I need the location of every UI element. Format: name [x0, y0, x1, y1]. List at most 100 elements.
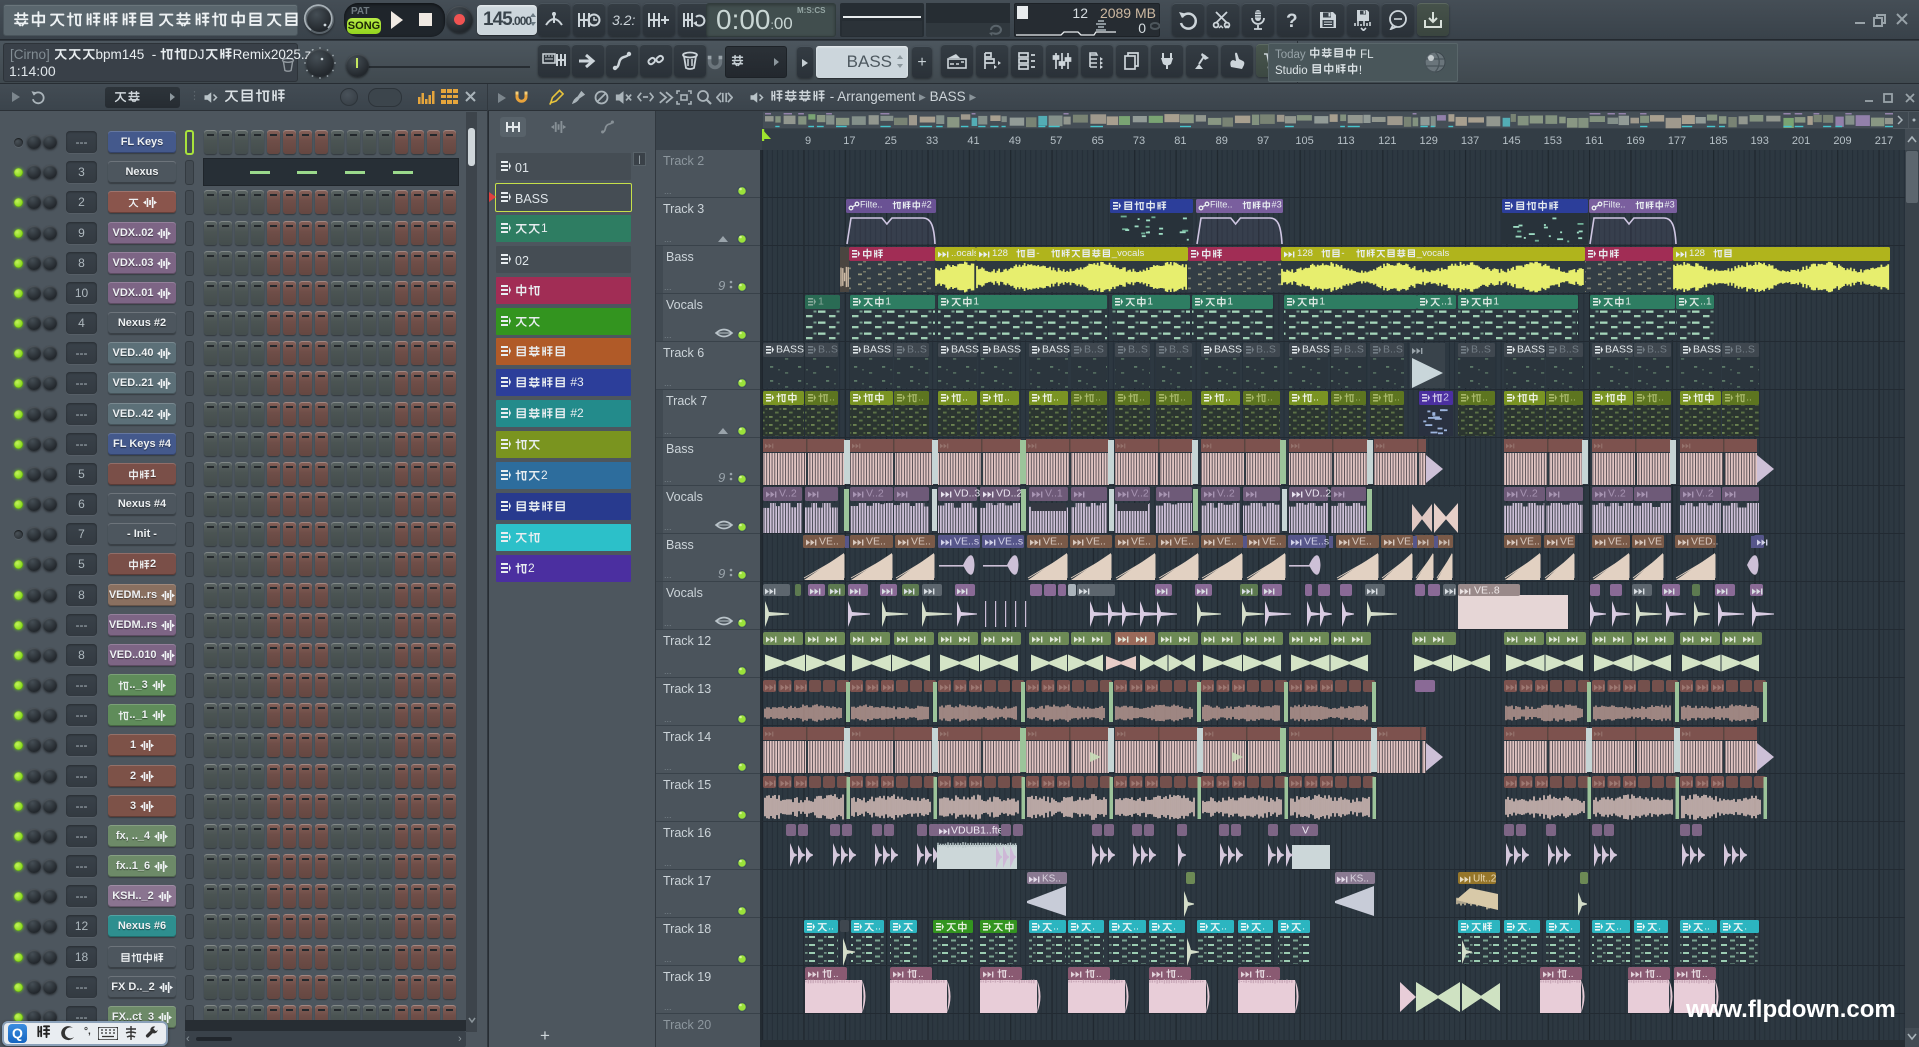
- svg-text:...: ...: [664, 186, 672, 196]
- svg-text:KS..: KS..: [1350, 874, 1369, 885]
- svg-text:185: 185: [1709, 135, 1727, 147]
- svg-text:.: .: [1302, 921, 1305, 933]
- svg-text:_vocals: _vocals: [1416, 248, 1450, 259]
- svg-text:Track 13: Track 13: [663, 682, 711, 696]
- svg-text:BASS: BASS: [1693, 344, 1721, 356]
- svg-text:_vocals: _vocals: [1111, 248, 1145, 259]
- svg-text:.: .: [1262, 921, 1265, 933]
- svg-text:129: 129: [1420, 135, 1438, 147]
- svg-text:153: 153: [1544, 135, 1562, 147]
- svg-text:KS..: KS..: [1042, 874, 1061, 885]
- svg-text:..: ..: [918, 969, 924, 980]
- svg-text:...: ...: [664, 618, 672, 628]
- svg-text:B..S: B..S: [1169, 344, 1189, 356]
- svg-text:B..S: B..S: [1128, 344, 1148, 356]
- svg-text:..: ..: [1004, 392, 1010, 404]
- svg-text:B..S: B..S: [1084, 344, 1104, 356]
- svg-text:VE..: VE..: [1086, 536, 1106, 548]
- svg-text:VE..: VE..: [1043, 536, 1063, 548]
- svg-text:B..S: B..S: [1735, 344, 1755, 356]
- svg-text:145: 145: [1502, 135, 1520, 147]
- svg-text:..: ..: [1266, 969, 1272, 980]
- svg-text:V..2: V..2: [1696, 488, 1714, 500]
- svg-text:V..2: V..2: [1131, 488, 1149, 500]
- svg-text:VE..: VE..: [1174, 536, 1194, 548]
- svg-text:..: ..: [1568, 969, 1574, 980]
- svg-text:BASS: BASS: [863, 344, 891, 356]
- svg-text:...: ...: [664, 282, 672, 292]
- svg-text:V..2: V..2: [779, 488, 797, 500]
- svg-text:B..S: B..S: [1383, 344, 1403, 356]
- svg-text:Track 12: Track 12: [663, 634, 711, 648]
- svg-text:.: .: [1658, 921, 1661, 933]
- svg-text:128: 128: [1297, 248, 1313, 259]
- svg-text:B..S: B..S: [1471, 344, 1491, 356]
- svg-text:1: 1: [1625, 296, 1631, 308]
- svg-text:#3: #3: [1272, 200, 1282, 210]
- svg-text:...: ...: [664, 714, 672, 724]
- svg-text:209: 209: [1833, 135, 1851, 147]
- svg-text:1: 1: [1227, 296, 1233, 308]
- svg-text:.: .: [1173, 921, 1176, 933]
- svg-text:VDUB1..fte: VDUB1..fte: [951, 825, 1004, 837]
- svg-text:193: 193: [1751, 135, 1769, 147]
- svg-text:Bass: Bass: [666, 538, 694, 552]
- svg-text:3.2:: 3.2:: [612, 12, 635, 28]
- svg-text:BASS: BASS: [951, 344, 979, 356]
- svg-text:..1: ..1: [1441, 296, 1453, 308]
- svg-text:..: ..: [829, 392, 835, 404]
- svg-text:57: 57: [1050, 135, 1062, 147]
- svg-text:B..S: B..S: [1256, 344, 1276, 356]
- svg-text:137: 137: [1461, 135, 1479, 147]
- svg-text:VE..: VE..: [1520, 536, 1540, 548]
- svg-text:V..2: V..2: [866, 488, 884, 500]
- svg-text:V..2: V..2: [1520, 488, 1538, 500]
- svg-text:128: 128: [1689, 248, 1705, 259]
- svg-text:Bass: Bass: [666, 250, 694, 264]
- svg-text:B..S: B..S: [818, 344, 838, 356]
- svg-text:VE..8: VE..8: [1474, 585, 1500, 597]
- svg-text:..: ..: [1053, 392, 1059, 404]
- svg-text:201: 201: [1792, 135, 1810, 147]
- svg-text:.: .: [1744, 921, 1747, 933]
- svg-text:VE..s: VE..s: [998, 536, 1023, 548]
- svg-text:VE: VE: [1648, 536, 1662, 548]
- svg-text:BASS: BASS: [1605, 344, 1633, 356]
- svg-text:..: ..: [828, 921, 834, 933]
- svg-text:..: ..: [1746, 392, 1752, 404]
- svg-text:VE..: VE..: [1262, 536, 1282, 548]
- svg-text:..: ..: [1355, 392, 1361, 404]
- svg-text:..: ..: [1656, 969, 1662, 980]
- svg-text:Track 6: Track 6: [663, 346, 704, 360]
- svg-text:BASS: BASS: [1517, 344, 1545, 356]
- svg-text:...: ...: [664, 378, 672, 388]
- svg-text:...: ...: [664, 954, 672, 964]
- svg-text:B..S: B..S: [1559, 344, 1579, 356]
- svg-text:97: 97: [1257, 135, 1269, 147]
- svg-text:...: ...: [664, 906, 672, 916]
- svg-text:1: 1: [818, 296, 824, 308]
- svg-text:..: ..: [1053, 921, 1059, 933]
- svg-text:81: 81: [1174, 135, 1186, 147]
- svg-text:VE: VE: [1560, 536, 1574, 548]
- svg-text:VE..: VE..: [1131, 536, 1151, 548]
- svg-text:VE..s: VE..s: [954, 536, 979, 548]
- svg-text:-: -: [1036, 248, 1039, 259]
- svg-text:33: 33: [926, 135, 938, 147]
- svg-text:1: 1: [973, 296, 979, 308]
- svg-text:Ult..2: Ult..2: [1473, 874, 1497, 885]
- svg-text:...: ...: [664, 858, 672, 868]
- svg-text:Filte..: Filte..: [860, 200, 882, 210]
- svg-text:Bass: Bass: [666, 442, 694, 456]
- svg-text:VE..: VE..: [1608, 536, 1628, 548]
- svg-text:..: ..: [1096, 969, 1102, 980]
- svg-text:Track 15: Track 15: [663, 778, 711, 792]
- svg-text:BASS: BASS: [1302, 344, 1330, 356]
- svg-text:BASS: BASS: [1042, 344, 1070, 356]
- svg-text:Track 2: Track 2: [663, 154, 704, 168]
- svg-text:..: ..: [1482, 392, 1488, 404]
- svg-text:Filte..: Filte..: [1603, 200, 1625, 210]
- svg-text:...: ...: [664, 810, 672, 820]
- svg-text:9: 9: [718, 278, 725, 293]
- svg-text:Vocals: Vocals: [666, 586, 703, 600]
